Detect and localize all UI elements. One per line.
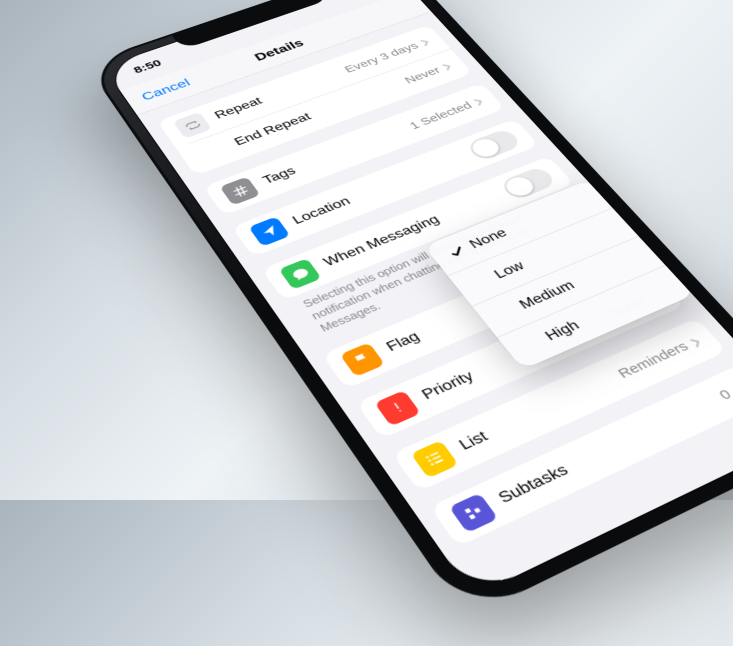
priority-icon [374,390,421,426]
flag-icon [339,342,384,377]
phone-frame: 8:50 Cancel Details Repeat Every 3 days [84,0,733,619]
clock: 8:50 [131,57,164,75]
checkmark-placeholder [523,340,542,348]
row-value: Reminders [614,339,691,381]
subtasks-icon [448,493,497,533]
list-icon [410,440,458,478]
option-label: None [466,226,510,252]
location-icon [248,216,290,246]
chevron-right-icon [440,62,452,71]
chevron-right-icon [472,97,485,106]
row-value: Never [401,65,442,86]
screen: 8:50 Cancel Details Repeat Every 3 days [102,0,733,598]
checkmark-icon [444,244,470,261]
checkmark-placeholder [472,278,490,286]
chevron-right-icon [687,335,702,347]
hash-icon [219,177,260,206]
checkmark-placeholder [497,308,515,316]
row-value: 1 Selected [406,100,474,132]
spacer-icon [191,138,231,166]
chevron-right-icon [419,38,431,47]
messages-icon [278,258,321,290]
option-label: High [541,318,582,344]
option-label: Low [491,259,528,282]
repeat-icon [172,112,211,139]
